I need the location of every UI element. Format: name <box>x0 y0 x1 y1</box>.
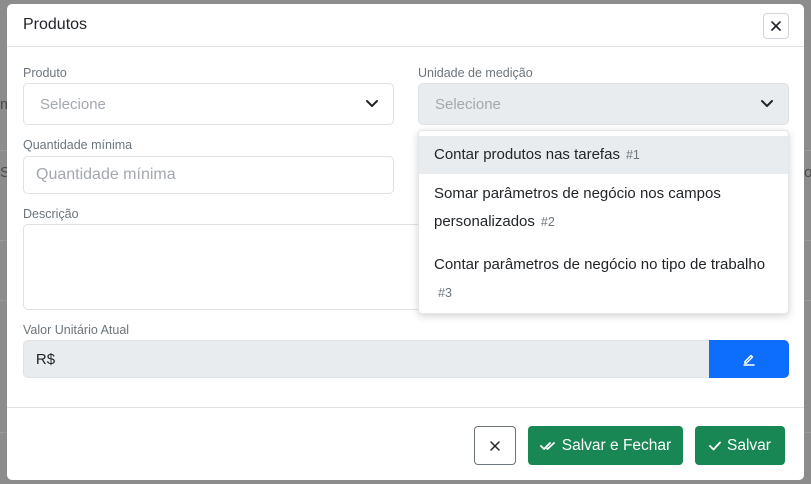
produto-select-value: Selecione <box>40 96 106 113</box>
option-number: #2 <box>540 215 555 229</box>
close-icon <box>490 440 500 451</box>
modal-footer: Salvar e Fechar Salvar <box>7 407 804 480</box>
produtos-modal: Produtos Produto Selecione Unidade de me… <box>7 4 804 480</box>
close-button[interactable] <box>763 13 789 39</box>
unidade-select-value: Selecione <box>435 96 501 113</box>
cancel-button[interactable] <box>474 426 516 465</box>
option-label: Contar parâmetros de negócio no tipo de … <box>434 256 766 273</box>
valor-input <box>66 340 710 378</box>
save-and-close-label: Salvar e Fechar <box>561 436 672 454</box>
dropdown-option[interactable]: Contar parâmetros de negócio no tipo de … <box>419 251 788 311</box>
pencil-icon <box>743 354 755 366</box>
descricao-label: Descrição <box>23 207 79 221</box>
chevron-down-icon <box>761 100 773 107</box>
currency-prefix: R$ <box>23 340 67 378</box>
unidade-label: Unidade de medição <box>418 66 533 80</box>
dropdown-option[interactable]: Contar produtos nas tarefas #1 <box>419 136 788 174</box>
produto-label: Produto <box>23 66 67 80</box>
check-icon <box>709 441 721 450</box>
option-number: #1 <box>625 148 640 162</box>
quantidade-input[interactable] <box>23 156 394 194</box>
close-icon <box>771 21 781 31</box>
modal-header: Produtos <box>7 4 804 47</box>
save-and-close-button[interactable]: Salvar e Fechar <box>528 426 683 465</box>
valor-label: Valor Unitário Atual <box>23 323 130 337</box>
edit-valor-button[interactable] <box>709 340 789 378</box>
option-label: Contar produtos nas tarefas <box>434 146 620 163</box>
chevron-down-icon <box>366 100 378 107</box>
save-button[interactable]: Salvar <box>695 426 785 465</box>
unidade-select[interactable]: Selecione <box>418 83 789 125</box>
double-check-icon <box>539 441 555 450</box>
option-label: Somar parâmetros de negócio nos campos <box>434 185 721 202</box>
modal-title: Produtos <box>23 16 88 33</box>
option-number: #3 <box>438 286 452 300</box>
unidade-dropdown-menu: Contar produtos nas tarefas #1 Somar parâ… <box>418 130 789 314</box>
quantidade-label: Quantidade mínima <box>23 138 133 152</box>
produto-select[interactable]: Selecione <box>23 83 394 125</box>
background-text-fragment: o <box>804 164 811 181</box>
save-label: Salvar <box>727 436 771 454</box>
option-label-cont: personalizados <box>434 213 535 230</box>
dropdown-option[interactable]: Somar parâmetros de negócio nos campos p… <box>419 180 788 240</box>
